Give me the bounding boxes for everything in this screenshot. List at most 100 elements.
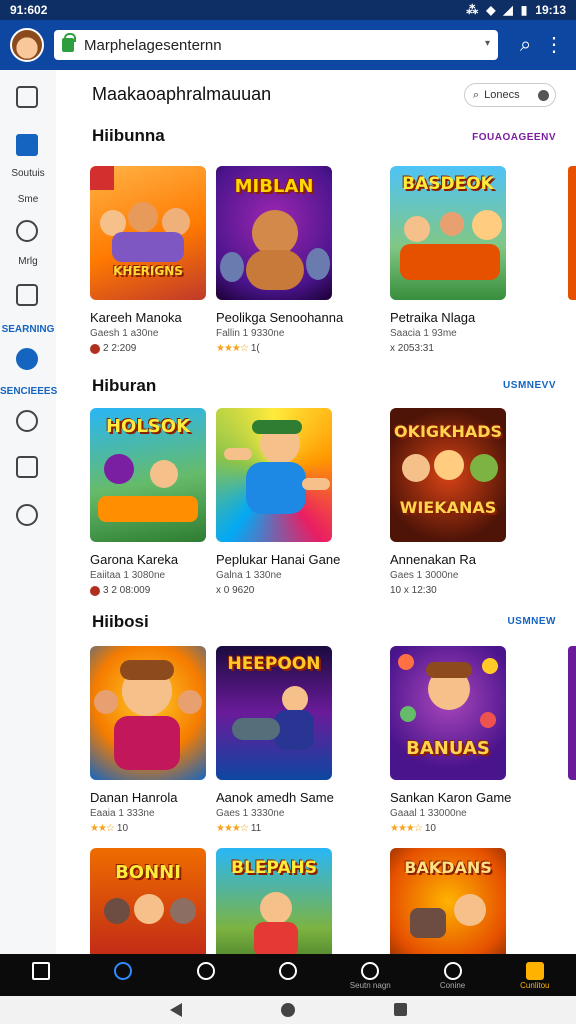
game-rating: 3 2 08:009 [90,585,206,596]
home-circle-icon[interactable] [281,1003,295,1017]
url-text: Marphelagesenternn [84,36,222,54]
game-thumbnail[interactable]: BLEPAHS [216,848,332,954]
see-all-link[interactable]: USMNEW [507,616,556,627]
inbox-icon[interactable] [16,86,38,108]
game-card[interactable]: BLEPAHS [216,848,332,954]
game-thumbnail[interactable]: HEEPOON [216,646,332,780]
nav-profile[interactable]: Seutn nagn [329,954,411,996]
game-meta: Gaesh 1 a30ne [90,328,159,339]
game-rating: x 0 9620 [216,585,332,596]
page-title: Maakaoaphralmauuan [92,84,272,104]
game-thumbnail[interactable]: BONNI [90,848,206,954]
thumbnail-title: HEEPOON [227,654,321,674]
nav-explore[interactable] [82,954,164,996]
game-thumbnail[interactable] [216,408,332,542]
sidebar-label-8: SENCIEEES [0,386,58,397]
game-title: Annenakan Ra [390,552,477,567]
game-title: Aanok amedh Same [216,790,334,805]
nav-home[interactable] [0,954,82,996]
thumbnail-subtitle: WIEKANAS [399,498,497,517]
game-card[interactable]: BASDEOK Petraika Nlaga Saacia 1 93me x 2… [390,166,506,354]
thumbnail-title: BLEPAHS [231,858,317,878]
dev-logo-icon [90,343,100,354]
game-thumbnail[interactable]: BAKDANS [390,848,506,954]
game-title: Danan Hanrola [90,790,178,805]
game-thumbnail[interactable]: MIBLAN [216,166,332,300]
game-card[interactable]: Peplukar Hanai Gane Galna 1 330ne x 0 96… [216,408,340,596]
see-all-link[interactable]: USMNEVV [503,380,556,391]
game-card[interactable]: BAKDANS [390,848,506,954]
back-icon[interactable] [170,1003,182,1017]
game-thumbnail[interactable]: BANUAS [390,646,506,780]
status-time: 19:13 [535,3,566,17]
game-rating: ★★★☆ 11 [216,823,332,834]
bookmark-icon[interactable] [16,284,38,306]
browser-toolbar: Marphelagesenternn ▾ ⌕ ⋮ [0,20,576,70]
game-title: Peolikga Senoohanna [216,310,344,325]
game-card[interactable]: BANUAS Sankan Karon Game Gaaal 1 33000ne… [390,646,511,834]
more-menu-icon[interactable]: ⋮ [544,34,564,56]
close-circle-icon[interactable] [16,220,38,242]
see-all-link[interactable]: FOUAOAGEENV [472,132,556,143]
rating-text: 11 [250,823,262,834]
section-title: Hiibunna [92,126,165,145]
rating-stars: ★★★☆ [390,823,423,834]
system-navigation-bar [0,996,576,1024]
section-title: Hiburan [92,376,157,395]
filter-chip[interactable]: ⌕ Lonecs [464,83,556,107]
search-icon[interactable]: ⌕ [520,34,542,56]
address-bar[interactable]: Marphelagesenternn ▾ [54,30,498,60]
chevron-down-icon[interactable]: ▾ [485,38,490,49]
game-meta: Fallin 1 9330ne [216,328,285,339]
game-card[interactable]: KHERIGNS Kareeh Manoka Gaesh 1 a30ne 2 2… [90,166,206,354]
game-thumbnail[interactable]: HOLSOK [90,408,206,542]
rating-text: 2 2:209 [103,343,137,354]
avatar[interactable] [10,28,44,62]
game-card[interactable]: HEEPOON Aanok amedh Same Gaes 1 3330ne ★… [216,646,334,834]
nav-search[interactable] [247,954,329,996]
compass-icon[interactable] [16,348,38,370]
lock-icon [525,962,544,980]
next-card-peek[interactable] [568,166,576,300]
game-thumbnail[interactable]: BASDEOK [390,166,506,300]
game-meta: Saacia 1 93me [390,328,457,339]
rating-text: 10 [116,823,129,834]
nav-label: Seutn nagn [349,981,391,990]
download-icon[interactable] [16,456,38,478]
filter-toggle-icon[interactable] [538,90,549,101]
nav-chat[interactable] [165,954,247,996]
status-left-text: 91:602 [10,3,48,17]
signal-icon: ◢ [503,3,513,17]
game-card[interactable]: MIBLAN Peolikga Senoohanna Fallin 1 9330… [216,166,344,354]
game-thumbnail[interactable] [90,646,206,780]
recents-icon[interactable] [394,1003,407,1016]
game-rating: x 2053:31 [390,343,506,354]
section-title: Hiibosi [92,612,149,631]
game-title: Garona Kareka [90,552,179,567]
game-meta: Gaaal 1 33000ne [390,808,467,819]
sidebar-label-2: Sme [17,194,39,205]
game-rating: 10 x 12:30 [390,585,506,596]
game-title: Petraika Nlaga [390,310,476,325]
filter-label: Lonecs [484,89,520,101]
game-card[interactable]: HOLSOK Garona Kareka Eaiitaa 1 3080ne 3 … [90,408,206,596]
nav-locked[interactable]: Cunlitou [494,954,576,996]
lock-icon [62,33,76,52]
game-icon[interactable] [16,410,38,432]
nfc-icon: ⁂ [466,3,479,17]
home-icon[interactable] [16,134,38,156]
game-card[interactable]: OKIGKHADS WIEKANAS Annenakan Ra Gaes 1 3… [390,408,506,596]
next-card-peek[interactable] [568,646,576,780]
game-card[interactable]: BONNI [90,848,206,954]
nav-account[interactable]: Conine [411,954,493,996]
game-rating: ★★★☆ 1( [216,343,332,354]
rating-text: x 0 9620 [216,585,255,596]
game-meta: Galna 1 330ne [216,570,282,581]
game-thumbnail[interactable]: OKIGKHADS WIEKANAS [390,408,506,542]
game-thumbnail[interactable]: KHERIGNS [90,166,206,300]
thumbnail-title: HOLSOK [105,416,191,437]
help-icon[interactable] [16,504,38,526]
rating-text: x 2053:31 [390,343,434,354]
search-icon [278,962,297,980]
game-card[interactable]: Danan Hanrola Eaaia 1 333ne ★★☆ 10 [90,646,206,834]
